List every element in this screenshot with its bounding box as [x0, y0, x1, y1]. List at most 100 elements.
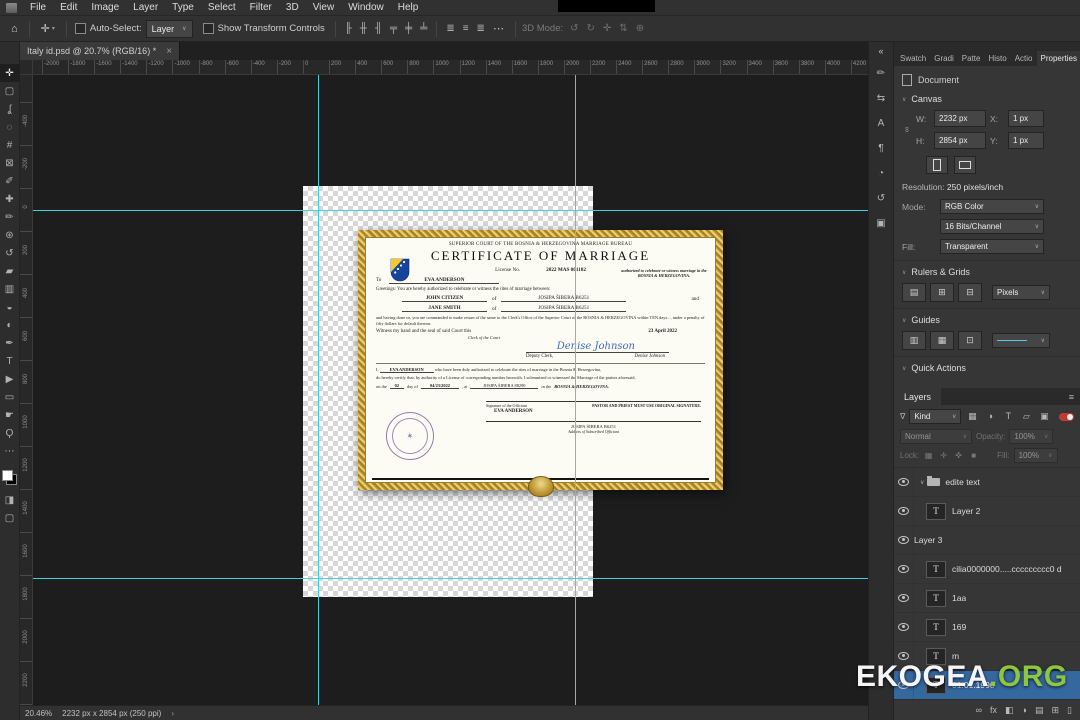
canvas-width-input[interactable]: 2232 px: [934, 110, 986, 127]
toggle-grid-button[interactable]: ⊞: [930, 283, 954, 302]
menu-file[interactable]: File: [23, 2, 53, 13]
foreground-color-swatch[interactable]: [2, 470, 13, 481]
edit-toolbar-icon[interactable]: ⋯: [0, 442, 20, 460]
more-options-icon[interactable]: ⋯: [488, 22, 509, 35]
app-icon[interactable]: [6, 2, 17, 13]
layer-row[interactable]: T Layer 2: [894, 497, 1080, 526]
frame-tool[interactable]: ⊠: [0, 154, 20, 172]
menu-image[interactable]: Image: [84, 2, 126, 13]
lock-guides-button[interactable]: ▦: [930, 331, 954, 350]
hand-tool[interactable]: ☛: [0, 406, 20, 424]
brush-settings-panel-icon[interactable]: ✏: [872, 64, 890, 82]
menu-view[interactable]: View: [306, 2, 342, 13]
quick-selection-tool[interactable]: ◌: [0, 118, 20, 136]
clone-source-panel-icon[interactable]: ⇆: [872, 89, 890, 107]
menu-help[interactable]: Help: [391, 2, 426, 13]
link-layers-icon[interactable]: ∞: [976, 705, 982, 715]
align-right-edges-icon[interactable]: ╢: [372, 23, 385, 34]
rectangular-marquee-tool[interactable]: ▢: [0, 82, 20, 100]
units-dropdown[interactable]: Pixels ∨: [992, 285, 1050, 300]
brush-tool[interactable]: ✏: [0, 208, 20, 226]
quick-mask-mode-icon[interactable]: ◨: [0, 491, 20, 509]
collapse-panels-icon[interactable]: «: [878, 46, 883, 56]
close-tab-icon[interactable]: ×: [166, 46, 172, 57]
menu-select[interactable]: Select: [201, 2, 243, 13]
align-vertical-centers-icon[interactable]: ╪: [402, 23, 415, 34]
lock-all-icon[interactable]: ■: [968, 451, 979, 460]
guide-horizontal-bottom[interactable]: [33, 578, 868, 579]
ruler-origin-corner[interactable]: [20, 60, 33, 75]
zoom-level[interactable]: 20.46%: [25, 709, 52, 718]
canvas-area[interactable]: SUPERIOR COURT OF THE BOSNIA & HERZEGOVI…: [33, 75, 868, 705]
3d-rotate-icon[interactable]: ↺: [567, 23, 581, 34]
home-icon[interactable]: ⌂: [6, 23, 23, 35]
guides-section-header[interactable]: ∨ Guides: [894, 308, 1080, 329]
auto-select-target-dropdown[interactable]: Layer ∨: [145, 19, 193, 38]
new-group-icon[interactable]: ▤: [1035, 705, 1044, 716]
clear-guides-button[interactable]: ⊡: [958, 331, 982, 350]
status-menu-icon[interactable]: ›: [171, 709, 174, 718]
visibility-toggle[interactable]: [894, 526, 914, 554]
gradient-tool[interactable]: ▥: [0, 280, 20, 298]
spot-healing-brush-tool[interactable]: ✚: [0, 190, 20, 208]
panel-tab-histo[interactable]: Histo: [984, 51, 1010, 66]
eraser-tool[interactable]: ▰: [0, 262, 20, 280]
type-tool[interactable]: T: [0, 352, 20, 370]
3d-roll-icon[interactable]: ↻: [584, 23, 598, 34]
visibility-toggle[interactable]: [894, 584, 914, 612]
character-panel-icon[interactable]: A: [872, 114, 890, 132]
panel-tab-patte[interactable]: Patte: [958, 51, 985, 66]
filter-kind-dropdown[interactable]: Kind ∨: [909, 409, 962, 424]
delete-layer-icon[interactable]: ▯: [1067, 705, 1072, 716]
visibility-toggle[interactable]: [894, 613, 914, 641]
vertical-ruler[interactable]: -400 -200 0 200 400 600 800 1000 1200 1400 1600 180…: [20, 75, 33, 705]
certificate-layer[interactable]: SUPERIOR COURT OF THE BOSNIA & HERZEGOVI…: [358, 230, 723, 497]
3d-scale-icon[interactable]: ⊕: [633, 23, 647, 34]
move-tool-preset-icon[interactable]: ✛ ▾: [36, 22, 60, 35]
history-panel-icon[interactable]: ↺: [872, 189, 890, 207]
distribute-top-edges-icon[interactable]: ≣: [443, 23, 457, 34]
filter-adjustment-layers-icon[interactable]: ◑: [983, 411, 997, 422]
canvas-section-header[interactable]: ∨ Canvas: [894, 88, 1080, 108]
toggle-rulers-button[interactable]: ▤: [902, 283, 926, 302]
zoom-tool[interactable]: Ϙ: [0, 424, 20, 442]
new-layer-icon[interactable]: ⊞: [1052, 705, 1060, 716]
align-top-edges-icon[interactable]: ╤: [387, 23, 400, 34]
panel-tab-actio[interactable]: Actio: [1011, 51, 1037, 66]
menu-layer[interactable]: Layer: [126, 2, 165, 13]
move-tool[interactable]: ✛: [0, 64, 20, 82]
layer-row[interactable]: Tcilia0000000.....ccccccccc0 d: [894, 555, 1080, 584]
menu-window[interactable]: Window: [341, 2, 391, 13]
layer-row[interactable]: T 169: [894, 613, 1080, 642]
document-tab[interactable]: Italy id.psd @ 20.7% (RGB/16) * ×: [20, 42, 181, 60]
guide-style-dropdown[interactable]: ∨: [992, 333, 1050, 348]
horizontal-ruler[interactable]: -2000 -1800 -1600 -1400 -1200 -1000 -800 -600 -4…: [33, 60, 868, 75]
crop-tool[interactable]: #: [0, 136, 20, 154]
blend-mode-dropdown[interactable]: Normal ∨: [900, 429, 972, 444]
rectangle-tool[interactable]: ▭: [0, 388, 20, 406]
align-bottom-edges-icon[interactable]: ╧: [417, 23, 430, 34]
layers-tab[interactable]: Layers: [894, 388, 942, 405]
3d-slide-icon[interactable]: ⇅: [616, 23, 630, 34]
filter-shape-layers-icon[interactable]: ▱: [1019, 411, 1033, 422]
layer-filtering-toggle[interactable]: [1059, 412, 1074, 421]
filter-type-layers-icon[interactable]: T: [1001, 411, 1015, 422]
menu-filter[interactable]: Filter: [243, 2, 279, 13]
layer-row[interactable]: ∨ edite text: [894, 468, 1080, 497]
adjustment-layer-icon[interactable]: ◑: [1022, 705, 1027, 715]
canvas-height-input[interactable]: 2854 px: [934, 132, 986, 149]
paragraph-panel-icon[interactable]: ¶: [872, 139, 890, 157]
lock-position-icon[interactable]: ✜: [953, 451, 964, 460]
distribute-bottom-edges-icon[interactable]: ≣: [474, 23, 488, 34]
distribute-vertical-centers-icon[interactable]: ≡: [460, 23, 472, 34]
align-left-edges-icon[interactable]: ╟: [342, 23, 355, 34]
guide-vertical-right[interactable]: [575, 75, 576, 705]
pen-tool[interactable]: ✒: [0, 334, 20, 352]
bit-depth-dropdown[interactable]: 16 Bits/Channel ∨: [940, 219, 1044, 234]
show-transform-checkbox[interactable]: [202, 23, 214, 34]
rulers-grids-section-header[interactable]: ∨ Rulers & Grids: [894, 260, 1080, 281]
guide-horizontal-top[interactable]: [33, 210, 868, 211]
quick-actions-section-header[interactable]: ∨ Quick Actions: [894, 356, 1080, 377]
new-guide-layout-button[interactable]: ▥: [902, 331, 926, 350]
visibility-toggle[interactable]: [894, 497, 914, 525]
